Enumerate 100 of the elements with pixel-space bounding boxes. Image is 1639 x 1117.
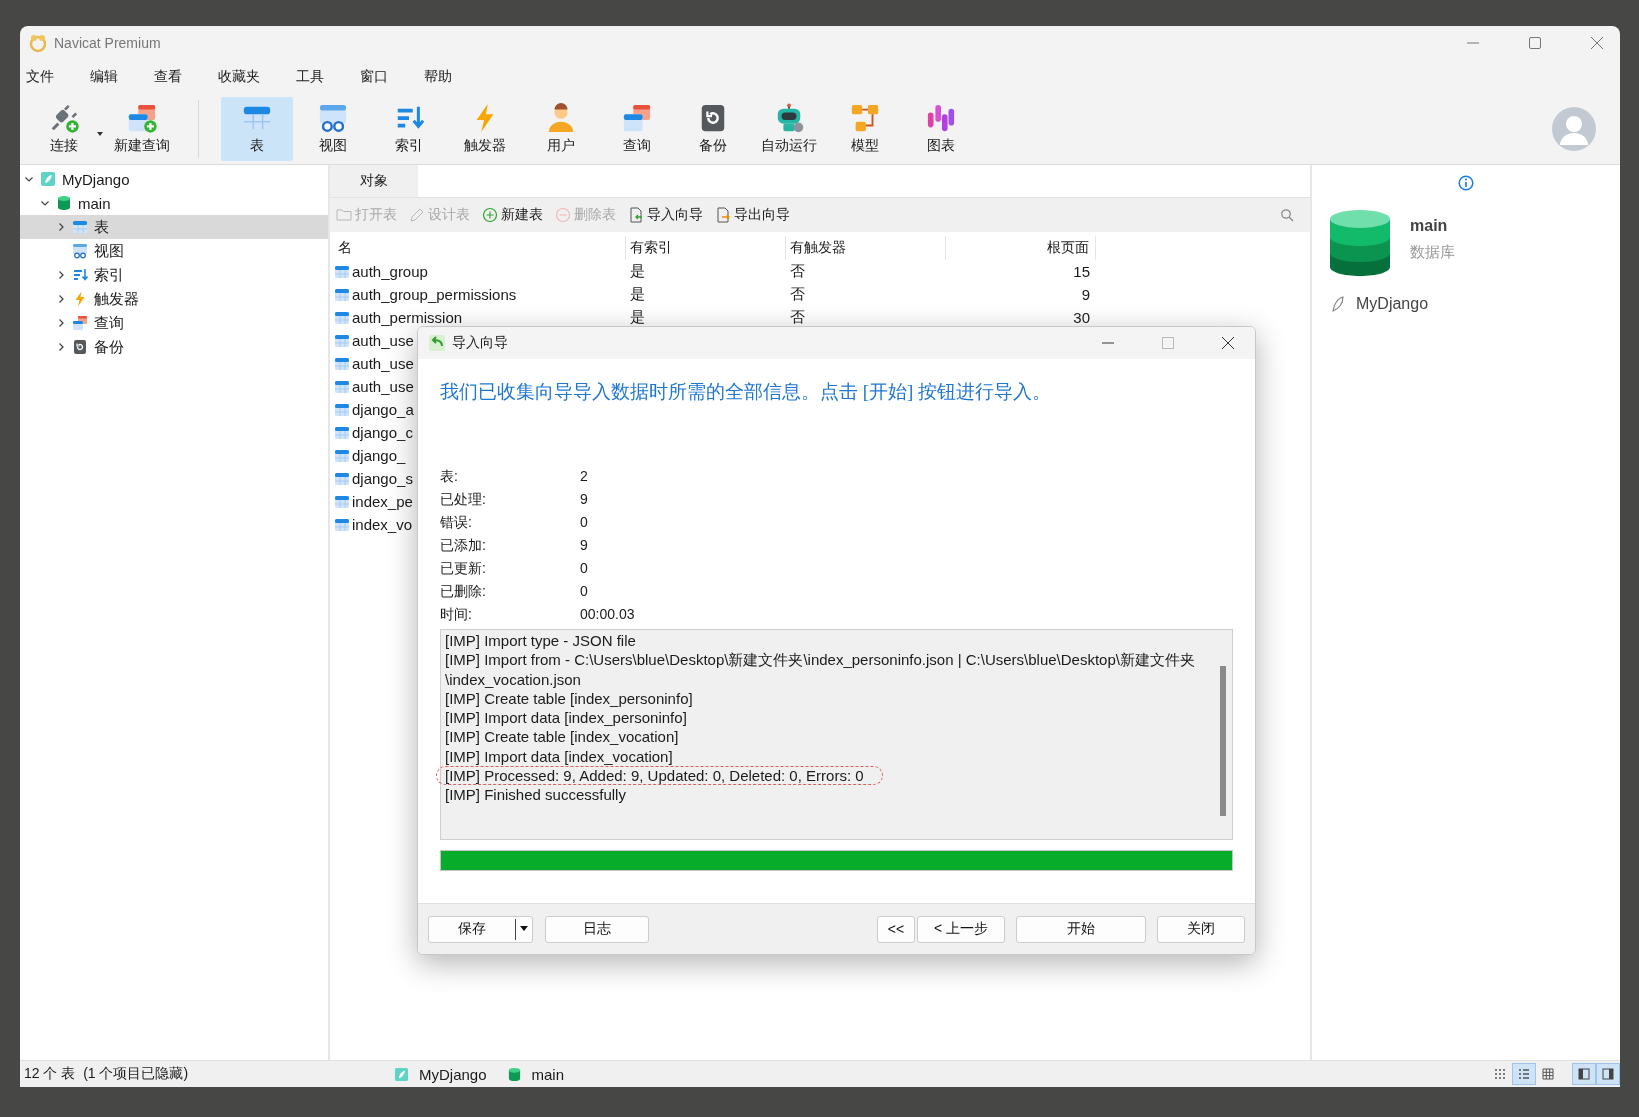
table-icon: [334, 493, 350, 510]
query-icon: [622, 103, 652, 133]
table-icon: [334, 263, 350, 280]
table-icon: [334, 424, 350, 441]
chevron-down-icon[interactable]: [40, 198, 50, 208]
table-name: auth_permission: [352, 309, 463, 326]
panel-icon[interactable]: [1602, 1068, 1614, 1080]
tree-item[interactable]: 表: [20, 215, 328, 239]
chevron-right-icon[interactable]: [56, 294, 66, 304]
chevron-right-icon[interactable]: [56, 222, 66, 232]
table-cell: 9: [1081, 286, 1090, 303]
toolbar-button[interactable]: 新建查询: [106, 97, 178, 161]
import-icon: [428, 334, 446, 352]
table-name: django_c: [352, 424, 413, 441]
log-line: [IMP] Import data [index_vocation]: [445, 747, 673, 765]
chevron-right-icon[interactable]: [56, 270, 66, 280]
instruction-text: 我们已收集向导导入数据时所需的全部信息。点击 [开始] 按钮进行导入。: [440, 380, 1053, 404]
caret-icon[interactable]: [96, 131, 104, 137]
column-header[interactable]: 根页面: [946, 236, 1096, 260]
toolbar-button[interactable]: 导出向导: [715, 206, 790, 224]
dialog-button[interactable]: <<: [877, 915, 915, 943]
table-icon: [334, 286, 350, 303]
table-icon: [334, 516, 350, 533]
stat-label: 已处理:: [440, 490, 487, 508]
tree-item[interactable]: MyDjango: [20, 167, 328, 191]
menu-item[interactable]: 查看: [148, 68, 212, 86]
table-cell: 是: [630, 262, 645, 281]
table-icon: [334, 378, 350, 395]
chevron-right-icon[interactable]: [56, 318, 66, 328]
toolbar-button[interactable]: 导入向导: [628, 206, 703, 224]
panel-icon[interactable]: [1578, 1068, 1590, 1080]
app-logo-icon: [28, 33, 48, 53]
dialog-button[interactable]: 保存: [428, 915, 533, 943]
stat-value: 0: [580, 559, 589, 577]
tree-item[interactable]: 触发器: [20, 287, 328, 311]
table-cell: 30: [1073, 309, 1090, 326]
panel-toggle[interactable]: [1572, 1063, 1596, 1085]
dialog-button[interactable]: 日志: [545, 915, 649, 943]
object-name: main: [1410, 217, 1449, 235]
toolbar-button[interactable]: 新建表: [482, 206, 543, 224]
window-title: Navicat Premium: [54, 35, 161, 51]
tab[interactable]: 对象: [330, 165, 418, 197]
menu-item[interactable]: 窗口: [354, 68, 418, 86]
stat-value: 0: [580, 513, 589, 531]
toolbar-button[interactable]: 图表: [905, 97, 977, 161]
toolbar-button[interactable]: 用户: [525, 97, 597, 161]
connection-name: MyDjango: [1356, 295, 1429, 313]
log-line: [IMP] Import data [index_personinfo]: [445, 709, 687, 727]
dialog-button[interactable]: 关闭: [1157, 915, 1245, 943]
panel-toggle[interactable]: [1596, 1063, 1620, 1085]
menu-item[interactable]: 收藏夹: [212, 68, 290, 86]
maximize-icon[interactable]: [1528, 36, 1542, 50]
folder-icon: [336, 207, 352, 223]
info-icon[interactable]: [1458, 175, 1474, 191]
grid-view-icon[interactable]: [1542, 1068, 1554, 1080]
chevron-right-icon[interactable]: [56, 342, 66, 352]
table-icon: [334, 332, 350, 349]
toolbar-button[interactable]: 索引: [373, 97, 445, 161]
search-icon[interactable]: [1280, 208, 1294, 222]
table-cell: 15: [1073, 263, 1090, 280]
menu-item[interactable]: 帮助: [418, 68, 482, 86]
toolbar-button[interactable]: 查询: [601, 97, 673, 161]
stat-value: 9: [580, 490, 589, 508]
pencil-icon: [409, 207, 425, 223]
list-view-icon[interactable]: [1518, 1068, 1530, 1080]
dialog-button[interactable]: < 上一步: [917, 915, 1005, 943]
toolbar-button[interactable]: 备份: [677, 97, 749, 161]
menu-item[interactable]: 工具: [290, 68, 354, 86]
query-icon: [72, 315, 88, 331]
icons-view-icon[interactable]: [1494, 1068, 1506, 1080]
toolbar-button[interactable]: 表: [221, 97, 293, 161]
table-icon: [334, 470, 350, 487]
menu-item[interactable]: 编辑: [84, 68, 148, 86]
column-header[interactable]: 有触发器: [786, 236, 946, 260]
tree-item[interactable]: main: [20, 191, 328, 215]
toolbar-button[interactable]: 自动运行: [753, 97, 825, 161]
close-icon[interactable]: [1221, 336, 1235, 350]
toolbar-button[interactable]: 触发器: [449, 97, 521, 161]
database-icon: [506, 1066, 522, 1082]
tree-item[interactable]: 备份: [20, 335, 328, 359]
tree-item[interactable]: 视图: [20, 239, 328, 263]
table-name: auth_use: [352, 332, 414, 349]
toolbar-button[interactable]: 视图: [297, 97, 369, 161]
stat-value: 2: [580, 467, 589, 485]
table-name: django_: [352, 447, 406, 464]
caret-icon[interactable]: [519, 925, 529, 933]
toolbar-button[interactable]: 模型: [829, 97, 901, 161]
chevron-down-icon[interactable]: [24, 174, 34, 184]
model-icon: [850, 103, 880, 133]
toolbar-button[interactable]: 连接: [28, 97, 100, 161]
table-cell: 是: [630, 285, 645, 304]
tree-item[interactable]: 查询: [20, 311, 328, 335]
view-mode-button[interactable]: [1512, 1063, 1536, 1085]
export-icon: [715, 207, 731, 223]
column-header[interactable]: 名: [334, 236, 626, 260]
column-header[interactable]: 有索引: [626, 236, 786, 260]
scrollbar-thumb[interactable]: [1220, 666, 1226, 816]
tree-item[interactable]: 索引: [20, 263, 328, 287]
dialog-button[interactable]: 开始: [1016, 915, 1146, 943]
menu-item[interactable]: 文件: [20, 68, 84, 86]
